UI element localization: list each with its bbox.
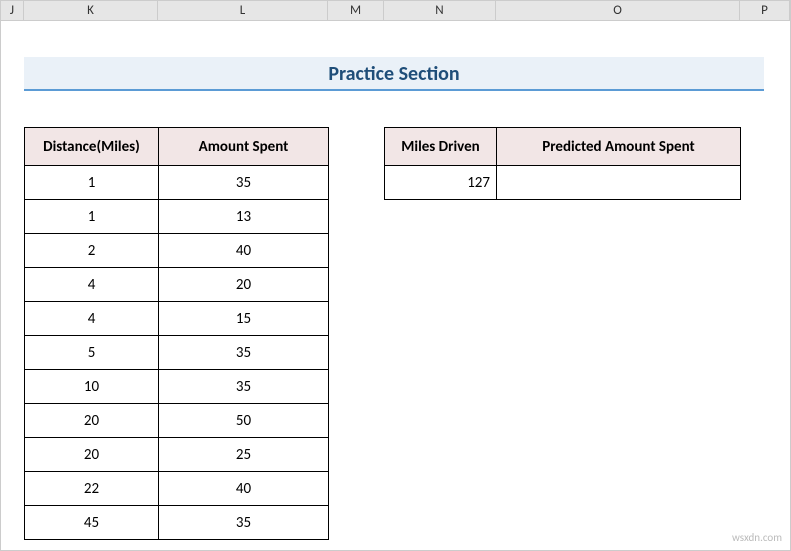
col-header-K[interactable]: K	[24, 1, 158, 20]
spreadsheet-sheet: J K L M N O P Practice Section Distance(…	[0, 0, 791, 551]
col-header-O[interactable]: O	[496, 1, 740, 20]
cell-amount[interactable]: 35	[159, 506, 329, 540]
cell-distance[interactable]: 4	[25, 302, 159, 336]
cell-distance[interactable]: 20	[25, 404, 159, 438]
col-header-M[interactable]: M	[328, 1, 384, 20]
table-row: 127	[385, 166, 741, 200]
cell-distance[interactable]: 2	[25, 234, 159, 268]
table-row: 535	[25, 336, 329, 370]
cell-distance[interactable]: 20	[25, 438, 159, 472]
cell-amount[interactable]: 35	[159, 370, 329, 404]
cell-amount[interactable]: 50	[159, 404, 329, 438]
data-table-prediction: Miles Driven Predicted Amount Spent 127	[384, 127, 741, 200]
header-amount-spent[interactable]: Amount Spent	[159, 128, 329, 166]
cell-predicted-amount[interactable]	[497, 166, 741, 200]
col-header-N[interactable]: N	[384, 1, 496, 20]
table-header-row: Distance(Miles) Amount Spent	[25, 128, 329, 166]
col-header-P[interactable]: P	[740, 1, 790, 20]
table-row: 113	[25, 200, 329, 234]
col-header-J[interactable]: J	[1, 1, 24, 20]
table-row: 135	[25, 166, 329, 200]
sheet-content: Practice Section Distance(Miles) Amount …	[1, 21, 790, 550]
cell-miles-driven[interactable]: 127	[385, 166, 497, 200]
cell-distance[interactable]: 4	[25, 268, 159, 302]
cell-distance[interactable]: 1	[25, 200, 159, 234]
cell-amount[interactable]: 40	[159, 234, 329, 268]
table-header-row: Miles Driven Predicted Amount Spent	[385, 128, 741, 166]
cell-distance[interactable]: 45	[25, 506, 159, 540]
cell-distance[interactable]: 22	[25, 472, 159, 506]
cell-amount[interactable]: 20	[159, 268, 329, 302]
table-row: 2240	[25, 472, 329, 506]
table-row: 1035	[25, 370, 329, 404]
cell-distance[interactable]: 10	[25, 370, 159, 404]
cell-distance[interactable]: 5	[25, 336, 159, 370]
table-row: 2025	[25, 438, 329, 472]
cell-amount[interactable]: 15	[159, 302, 329, 336]
data-table-distance-amount: Distance(Miles) Amount Spent 135 113 240…	[24, 127, 329, 540]
col-header-L[interactable]: L	[158, 1, 328, 20]
cell-amount[interactable]: 40	[159, 472, 329, 506]
table-row: 4535	[25, 506, 329, 540]
header-miles-driven[interactable]: Miles Driven	[385, 128, 497, 166]
cell-amount[interactable]: 13	[159, 200, 329, 234]
cell-amount[interactable]: 35	[159, 336, 329, 370]
table-row: 2050	[25, 404, 329, 438]
table-row: 240	[25, 234, 329, 268]
cell-distance[interactable]: 1	[25, 166, 159, 200]
header-distance[interactable]: Distance(Miles)	[25, 128, 159, 166]
header-predicted-amount[interactable]: Predicted Amount Spent	[497, 128, 741, 166]
column-headers-row: J K L M N O P	[1, 1, 790, 21]
table-row: 420	[25, 268, 329, 302]
page-title: Practice Section	[24, 57, 764, 91]
table-row: 415	[25, 302, 329, 336]
cell-amount[interactable]: 35	[159, 166, 329, 200]
cell-amount[interactable]: 25	[159, 438, 329, 472]
watermark-text: wsxdn.com	[732, 531, 782, 544]
